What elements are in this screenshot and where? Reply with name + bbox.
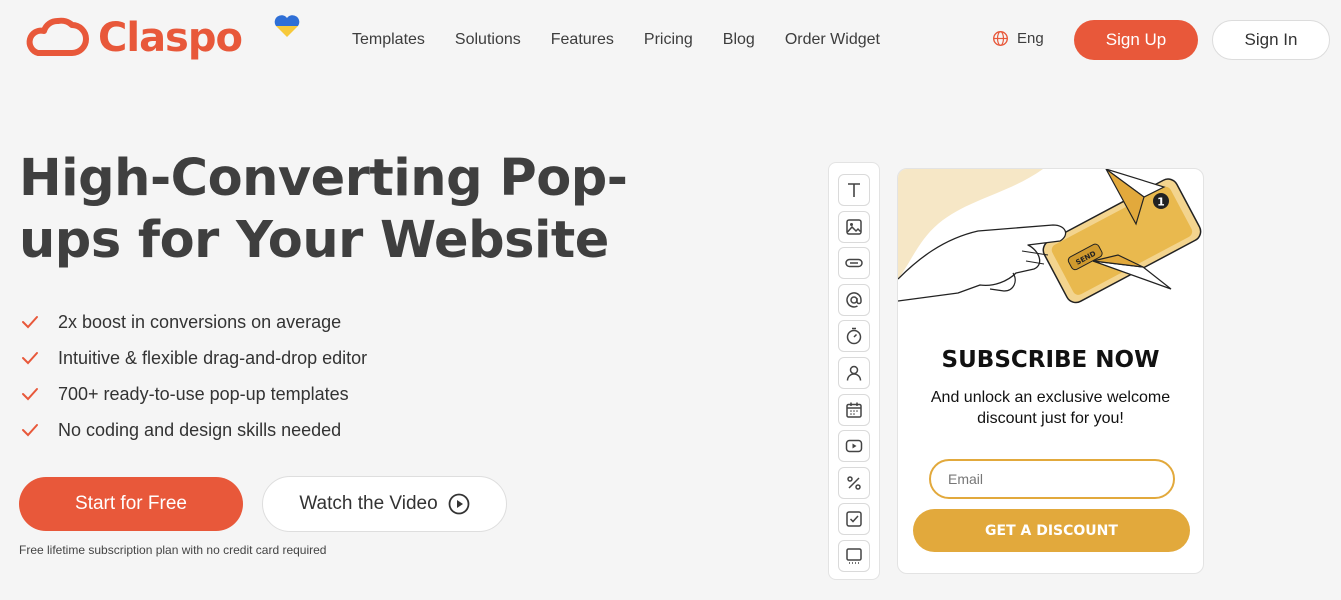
video-tool[interactable] [838, 430, 870, 463]
notification-count: 1 [1157, 196, 1165, 209]
phone-hand-illustration: SEND 1 [898, 169, 1203, 309]
nav-features[interactable]: Features [551, 30, 614, 50]
watch-video-button[interactable]: Watch the Video [262, 476, 507, 532]
free-plan-note: Free lifetime subscription plan with no … [19, 543, 327, 557]
text-tool[interactable] [838, 174, 870, 206]
timer-icon [846, 328, 862, 345]
logo-text: Claspo [98, 15, 243, 61]
feature-text: 700+ ready-to-use pop-up templates [58, 383, 349, 404]
popup-preview: SEND 1 SUBSCRIBE NOW And unlock an exclu… [897, 168, 1204, 574]
start-for-free-button[interactable]: Start for Free [19, 477, 243, 531]
check-icon [22, 316, 38, 329]
text-icon [848, 183, 860, 197]
widget-tool[interactable] [838, 539, 870, 572]
play-circle-icon [448, 493, 470, 515]
nav-order-widget[interactable]: Order Widget [785, 30, 880, 50]
button-icon [845, 258, 863, 268]
email-tool[interactable] [838, 283, 870, 316]
claspo-logo[interactable]: Claspo [18, 14, 243, 62]
hero-title: High-Converting Pop-ups for Your Website [19, 149, 628, 270]
nav-blog[interactable]: Blog [723, 30, 755, 50]
feature-text: Intuitive & flexible drag-and-drop edito… [58, 347, 368, 368]
feature-text: 2x boost in conversions on average [58, 311, 342, 332]
ukraine-heart-icon [274, 15, 300, 37]
language-label: Eng [1017, 30, 1044, 47]
video-icon [845, 439, 863, 453]
image-tool[interactable] [838, 210, 870, 243]
popup-title: SUBSCRIBE NOW [941, 347, 1160, 373]
at-icon [846, 291, 862, 308]
check-icon [22, 352, 38, 365]
calendar-icon [846, 402, 862, 418]
user-tool[interactable] [838, 356, 870, 389]
feature-text: No coding and design skills needed [58, 419, 342, 440]
percent-icon [847, 476, 861, 490]
nav-solutions[interactable]: Solutions [455, 30, 521, 50]
button-tool[interactable] [838, 247, 870, 280]
user-icon [846, 365, 862, 381]
editor-toolbar [828, 162, 880, 580]
nav-templates[interactable]: Templates [352, 30, 425, 50]
feature-item: Intuitive & flexible drag-and-drop edito… [20, 340, 367, 376]
check-icon [22, 424, 38, 437]
main-nav: Templates Solutions Features Pricing Blo… [352, 30, 910, 50]
widget-icon [846, 548, 862, 564]
cloud-logo-icon [26, 17, 89, 56]
nav-pricing[interactable]: Pricing [644, 30, 693, 50]
timer-tool[interactable] [838, 320, 870, 353]
feature-list: 2x boost in conversions on average Intui… [20, 304, 367, 448]
sign-up-button[interactable]: Sign Up [1074, 20, 1198, 60]
checkbox-tool[interactable] [838, 503, 870, 536]
watch-video-label: Watch the Video [299, 493, 438, 514]
discount-tool[interactable] [838, 466, 870, 499]
get-discount-button[interactable]: GET A DISCOUNT [913, 509, 1190, 552]
email-field[interactable] [929, 459, 1175, 499]
globe-icon [993, 31, 1008, 46]
checkbox-icon [846, 511, 862, 528]
calendar-tool[interactable] [838, 393, 870, 426]
sign-in-button[interactable]: Sign In [1212, 20, 1330, 60]
image-icon [846, 218, 862, 235]
feature-item: No coding and design skills needed [20, 412, 367, 448]
feature-item: 2x boost in conversions on average [20, 304, 367, 340]
feature-item: 700+ ready-to-use pop-up templates [20, 376, 367, 412]
language-selector[interactable]: Eng [992, 30, 1044, 47]
popup-subtitle: And unlock an exclusive welcome discount… [930, 389, 1171, 427]
check-icon [22, 388, 38, 401]
